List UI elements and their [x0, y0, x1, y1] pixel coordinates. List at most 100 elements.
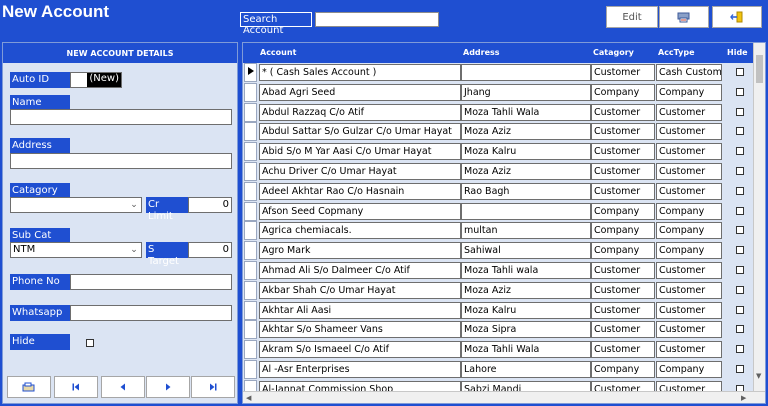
cell-acctype[interactable]: Company: [656, 361, 722, 378]
cell-account[interactable]: Abid S/o M Yar Aasi C/o Umar Hayat: [259, 143, 461, 161]
cell-address[interactable]: Moza Aziz: [461, 281, 591, 299]
hide-checkbox[interactable]: [736, 285, 744, 294]
hide-checkbox[interactable]: [736, 266, 744, 274]
table-row[interactable]: Akbar Shah C/o Umar Hayat Moza Aziz Custom…: [243, 280, 755, 300]
cell-catagory[interactable]: Customer: [591, 341, 655, 359]
hide-checkbox[interactable]: [736, 365, 744, 373]
cell-catagory[interactable]: Customer: [591, 301, 655, 319]
hide-checkbox[interactable]: [736, 107, 744, 116]
phone-input[interactable]: [70, 274, 232, 290]
exit-button[interactable]: [712, 6, 762, 28]
scroll-left-icon[interactable]: ◀: [246, 393, 251, 403]
cell-acctype[interactable]: Cash Customer: [656, 64, 722, 81]
catagory-select[interactable]: ⌄: [10, 197, 142, 213]
hide-checkbox[interactable]: [86, 339, 94, 347]
cell-acctype[interactable]: Customer: [656, 281, 722, 299]
cell-account[interactable]: * ( Cash Sales Account ): [259, 64, 461, 81]
hide-checkbox[interactable]: [736, 206, 744, 215]
cell-address[interactable]: multan: [461, 222, 591, 240]
cell-acctype[interactable]: Company: [656, 202, 722, 220]
cell-catagory[interactable]: Customer: [591, 123, 655, 141]
cell-account[interactable]: Agro Mark: [259, 242, 461, 260]
cell-account[interactable]: Abad Agri Seed: [259, 83, 461, 101]
cell-catagory[interactable]: Customer: [591, 163, 655, 180]
last-record-button[interactable]: [191, 376, 235, 398]
first-record-button[interactable]: [54, 376, 98, 398]
cell-acctype[interactable]: Customer: [656, 262, 722, 279]
cell-address[interactable]: Moza Kalru: [461, 301, 591, 319]
cell-address[interactable]: [461, 202, 591, 220]
cell-catagory[interactable]: Company: [591, 361, 655, 378]
cell-address[interactable]: [461, 64, 591, 81]
report-button[interactable]: [659, 6, 709, 28]
cell-acctype[interactable]: Customer: [656, 163, 722, 180]
table-row[interactable]: Achu Driver C/o Umar Hayat Moza Aziz Custo…: [243, 162, 755, 181]
cell-address[interactable]: Moza Aziz: [461, 123, 591, 141]
cell-account[interactable]: Akhtar Ali Aasi: [259, 301, 461, 319]
table-row[interactable]: Adeel Akhtar Rao C/o Hasnain Rao Bagh Cust…: [243, 181, 755, 201]
cell-catagory[interactable]: Company: [591, 202, 655, 220]
record-selector[interactable]: [244, 82, 257, 102]
table-row[interactable]: Akhtar S/o Shameer Vans Moza Sipra Custome…: [243, 320, 755, 340]
table-row[interactable]: Akram S/o Ismaeel C/o Atif Moza Tahli Wal…: [243, 340, 755, 360]
cell-address[interactable]: Sahiwal: [461, 242, 591, 260]
horizontal-scrollbar[interactable]: ◀ ▶: [243, 391, 765, 403]
table-row[interactable]: * ( Cash Sales Account ) Customer Cash Cus…: [243, 63, 755, 82]
record-selector[interactable]: [244, 63, 257, 82]
cell-account[interactable]: Al -Asr Enterprises: [259, 361, 461, 378]
cell-account[interactable]: Akbar Shah C/o Umar Hayat: [259, 281, 461, 299]
previous-record-button[interactable]: [101, 376, 145, 398]
cell-catagory[interactable]: Customer: [591, 321, 655, 339]
hide-checkbox[interactable]: [736, 345, 744, 354]
record-selector[interactable]: [244, 181, 257, 201]
table-row[interactable]: Abid S/o M Yar Aasi C/o Umar Hayat Moza K…: [243, 142, 755, 162]
whatsapp-input[interactable]: [70, 305, 232, 321]
record-selector[interactable]: [244, 241, 257, 261]
table-row[interactable]: Ahmad Ali S/o Dalmeer C/o Atif Moza Tahli…: [243, 261, 755, 280]
cell-catagory[interactable]: Customer: [591, 182, 655, 200]
column-header-hide[interactable]: Hide: [727, 48, 748, 57]
cell-catagory[interactable]: Customer: [591, 103, 655, 121]
search-input[interactable]: [315, 12, 439, 27]
table-row[interactable]: Abdul Razzaq C/o Atif Moza Tahli Wala Cust…: [243, 102, 755, 122]
record-selector[interactable]: [244, 162, 257, 181]
hide-checkbox[interactable]: [736, 167, 744, 175]
cell-account[interactable]: Agrica chemiacals.: [259, 222, 461, 240]
cell-acctype[interactable]: Company: [656, 222, 722, 240]
cell-address[interactable]: Moza Aziz: [461, 163, 591, 180]
cell-catagory[interactable]: Company: [591, 83, 655, 101]
scroll-right-icon[interactable]: ▶: [741, 393, 746, 403]
scroll-down-icon[interactable]: ▼: [756, 371, 761, 381]
name-input[interactable]: [10, 109, 232, 125]
sub-cat-select[interactable]: NTM ⌄: [10, 242, 142, 258]
table-row[interactable]: Agro Mark Sahiwal Company Company: [243, 241, 755, 261]
column-header-catagory[interactable]: Catagory: [593, 48, 634, 57]
cell-address[interactable]: Moza Tahli Wala: [461, 341, 591, 359]
table-row[interactable]: Al -Asr Enterprises Lahore Company Company: [243, 360, 755, 379]
cell-acctype[interactable]: Company: [656, 83, 722, 101]
cell-catagory[interactable]: Company: [591, 222, 655, 240]
hide-checkbox[interactable]: [736, 246, 744, 255]
next-record-button[interactable]: [146, 376, 190, 398]
hide-checkbox[interactable]: [736, 68, 744, 76]
cell-acctype[interactable]: Customer: [656, 341, 722, 359]
record-selector[interactable]: [244, 122, 257, 142]
cell-acctype[interactable]: Customer: [656, 182, 722, 200]
table-row[interactable]: Afson Seed Copmany Company Company: [243, 201, 755, 221]
cell-address[interactable]: Lahore: [461, 361, 591, 378]
cell-account[interactable]: Achu Driver C/o Umar Hayat: [259, 163, 461, 180]
hide-checkbox[interactable]: [736, 127, 744, 136]
cell-account[interactable]: Afson Seed Copmany: [259, 202, 461, 220]
column-header-acctype[interactable]: AccType: [658, 48, 695, 57]
table-row[interactable]: Agrica chemiacals. multan Company Company: [243, 221, 755, 241]
cell-catagory[interactable]: Customer: [591, 262, 655, 279]
cell-account[interactable]: Akhtar S/o Shameer Vans: [259, 321, 461, 339]
table-row[interactable]: Abad Agri Seed Jhang Company Company: [243, 82, 755, 102]
cell-acctype[interactable]: Customer: [656, 123, 722, 141]
hide-checkbox[interactable]: [736, 325, 744, 334]
s-target-input[interactable]: 0: [188, 242, 232, 258]
cell-catagory[interactable]: Customer: [591, 64, 655, 81]
record-selector[interactable]: [244, 300, 257, 320]
record-selector[interactable]: [244, 280, 257, 300]
cell-address[interactable]: Jhang: [461, 83, 591, 101]
